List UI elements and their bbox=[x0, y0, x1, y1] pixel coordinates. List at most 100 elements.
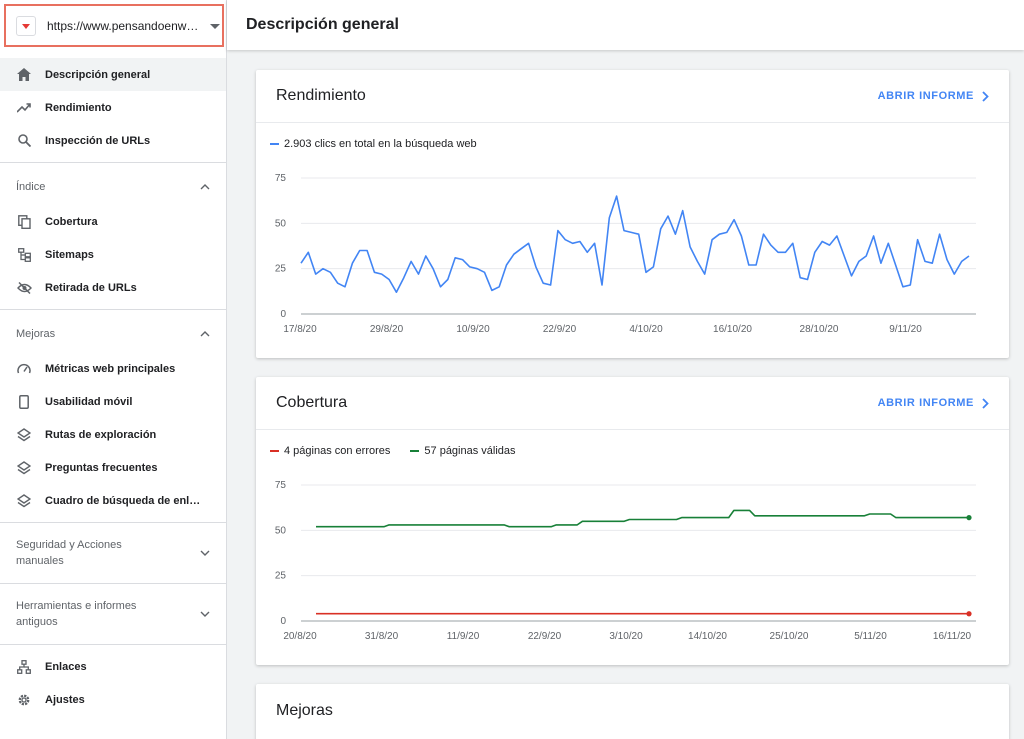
chevron-up-icon bbox=[200, 328, 210, 340]
performance-card: Rendimiento ABRIR INFORME 2.903 clics en… bbox=[256, 70, 1009, 358]
trending-up-icon bbox=[16, 100, 32, 116]
sidebar-item-label: Preguntas frecuentes bbox=[45, 461, 158, 474]
section-security[interactable]: Seguridad y Acciones manuales bbox=[0, 528, 226, 578]
card-header: Cobertura ABRIR INFORME bbox=[256, 377, 1009, 430]
x-tick-label: 31/8/20 bbox=[365, 631, 399, 642]
chevron-down-icon bbox=[210, 17, 220, 35]
property-selector[interactable]: https://www.pensandoenweb.es/ bbox=[4, 4, 224, 47]
divider bbox=[0, 583, 226, 584]
x-tick-label: 22/9/20 bbox=[528, 631, 562, 642]
layers-icon bbox=[16, 460, 32, 476]
legend-swatch bbox=[270, 450, 279, 452]
y-tick-label: 75 bbox=[275, 480, 287, 491]
layers-icon bbox=[16, 427, 32, 443]
home-icon bbox=[16, 67, 32, 83]
x-tick-label: 16/11/20 bbox=[933, 631, 972, 642]
copy-icon bbox=[16, 214, 32, 230]
open-report-label: ABRIR INFORME bbox=[877, 90, 974, 102]
card-header: Rendimiento ABRIR INFORME bbox=[256, 70, 1009, 123]
sidebar: https://www.pensandoenweb.es/ Descripció… bbox=[0, 0, 227, 739]
sidebar-item-performance[interactable]: Rendimiento bbox=[0, 91, 226, 124]
series-end-point[interactable] bbox=[966, 611, 972, 617]
section-index[interactable]: Índice bbox=[0, 168, 226, 205]
series-line[interactable] bbox=[316, 509, 969, 528]
chevron-down-icon bbox=[200, 545, 210, 561]
sidebar-item-label: Inspección de URLs bbox=[45, 134, 151, 147]
sidebar-item-label: Cobertura bbox=[45, 215, 98, 228]
sidebar-item-label: Rendimiento bbox=[45, 101, 112, 114]
performance-chart: 0 25 50 75 17/8/20 29/8/20 10/9/20 22/9/20 4/10/… bbox=[275, 173, 976, 335]
x-tick-label: 25/10/20 bbox=[770, 631, 809, 642]
legend-swatch bbox=[410, 450, 420, 452]
legend-label: 57 páginas válidas bbox=[424, 445, 516, 457]
series-end-point[interactable] bbox=[966, 515, 972, 521]
x-tick-label: 20/8/20 bbox=[283, 631, 317, 642]
sidebar-item-sitelinks-searchbox[interactable]: Cuadro de búsqueda de enlaces de sitio bbox=[0, 484, 226, 517]
eye-off-icon bbox=[16, 280, 32, 296]
sidebar-item-label: Rutas de exploración bbox=[45, 428, 157, 441]
series-line[interactable] bbox=[300, 195, 970, 293]
section-legacy-tools[interactable]: Herramientas e informes antiguos bbox=[0, 589, 226, 639]
legend-item-errors[interactable]: 4 páginas con errores bbox=[270, 445, 390, 457]
sidebar-item-coverage[interactable]: Cobertura bbox=[0, 205, 226, 238]
smartphone-icon bbox=[16, 394, 32, 410]
x-tick-label: 28/10/20 bbox=[800, 324, 839, 335]
sidebar-nav: Descripción general Rendimiento Inspecci… bbox=[0, 58, 226, 716]
x-tick-label: 29/8/20 bbox=[370, 324, 404, 335]
card-title: Cobertura bbox=[276, 394, 348, 411]
links-icon bbox=[16, 659, 32, 675]
sidebar-item-label: Cuadro de búsqueda de enlaces de sitio bbox=[45, 494, 205, 507]
legend-item[interactable]: 2.903 clics en total en la búsqueda web bbox=[270, 138, 477, 150]
x-tick-label: 16/10/20 bbox=[713, 324, 752, 335]
sidebar-item-breadcrumbs[interactable]: Rutas de exploración bbox=[0, 418, 226, 451]
sidebar-item-mobile-usability[interactable]: Usabilidad móvil bbox=[0, 385, 226, 418]
y-tick-label: 0 bbox=[280, 309, 286, 320]
section-label: Seguridad y Acciones manuales bbox=[16, 539, 122, 567]
page-title: Descripción general bbox=[246, 16, 399, 33]
enhancements-card: Mejoras bbox=[256, 684, 1009, 739]
sidebar-item-overview[interactable]: Descripción general bbox=[0, 58, 226, 91]
x-tick-label: 17/8/20 bbox=[283, 324, 317, 335]
sidebar-item-faq[interactable]: Preguntas frecuentes bbox=[0, 451, 226, 484]
sidebar-item-url-removals[interactable]: Retirada de URLs bbox=[0, 271, 226, 304]
legend-item-valid[interactable]: 57 páginas válidas bbox=[410, 445, 516, 457]
chevron-right-icon bbox=[982, 397, 989, 409]
open-report-label: ABRIR INFORME bbox=[877, 397, 974, 409]
legend-label: 4 páginas con errores bbox=[284, 445, 391, 457]
x-tick-label: 10/9/20 bbox=[456, 324, 490, 335]
chevron-right-icon bbox=[982, 90, 989, 102]
sidebar-item-url-inspection[interactable]: Inspección de URLs bbox=[0, 124, 226, 157]
sidebar-item-core-web-vitals[interactable]: Métricas web principales bbox=[0, 352, 226, 385]
legend-label: 2.903 clics en total en la búsqueda web bbox=[284, 138, 477, 150]
x-tick-label: 22/9/20 bbox=[543, 324, 577, 335]
sidebar-item-label: Ajustes bbox=[45, 693, 85, 706]
divider bbox=[0, 162, 226, 163]
x-tick-label: 14/10/20 bbox=[688, 631, 727, 642]
sidebar-item-label: Descripción general bbox=[45, 68, 151, 81]
sidebar-item-label: Retirada de URLs bbox=[45, 281, 137, 294]
sidebar-item-sitemaps[interactable]: Sitemaps bbox=[0, 238, 226, 271]
y-tick-label: 0 bbox=[280, 616, 286, 627]
gear-icon bbox=[16, 692, 32, 708]
divider bbox=[0, 522, 226, 523]
y-tick-label: 25 bbox=[275, 264, 287, 275]
sidebar-item-label: Métricas web principales bbox=[45, 362, 176, 375]
sidebar-item-settings[interactable]: Ajustes bbox=[0, 683, 226, 716]
x-tick-label: 11/9/20 bbox=[447, 631, 480, 642]
section-enhancements[interactable]: Mejoras bbox=[0, 315, 226, 352]
card-title: Mejoras bbox=[276, 701, 333, 719]
card-header: Mejoras bbox=[256, 684, 1009, 737]
chart-legend: 4 páginas con errores 57 páginas válidas bbox=[270, 445, 536, 457]
y-tick-label: 50 bbox=[275, 218, 287, 229]
x-tick-label: 4/10/20 bbox=[629, 324, 663, 335]
speedometer-icon bbox=[16, 361, 32, 377]
sidebar-item-links[interactable]: Enlaces bbox=[0, 650, 226, 683]
open-report-button[interactable]: ABRIR INFORME bbox=[878, 397, 989, 409]
open-report-button[interactable]: ABRIR INFORME bbox=[878, 90, 989, 102]
card-title: Rendimiento bbox=[276, 87, 366, 104]
page-header: Descripción general bbox=[227, 0, 1024, 50]
section-label: Herramientas e informes antiguos bbox=[16, 600, 137, 628]
property-url: https://www.pensandoenweb.es/ bbox=[47, 18, 202, 33]
sidebar-item-label: Enlaces bbox=[45, 660, 87, 673]
y-tick-label: 75 bbox=[275, 173, 287, 184]
